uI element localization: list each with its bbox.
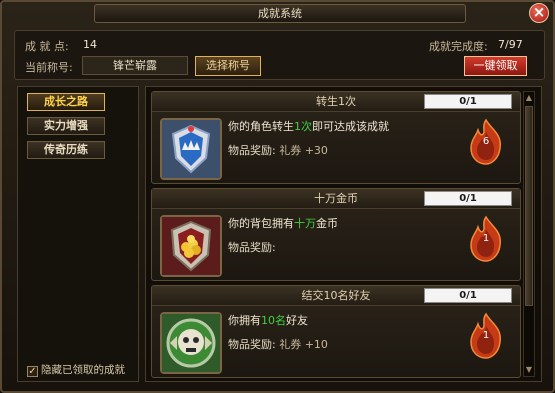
achievement-card: 十万金币 0/1 你的背包拥有十万金币 物品奖励: 1 bbox=[151, 188, 521, 281]
flame-points-value: 1 bbox=[482, 233, 490, 244]
crown-shield-badge-icon bbox=[160, 118, 222, 180]
current-title-label: 当前称号: bbox=[25, 61, 73, 74]
category-sidebar: 成长之路 实力增强 传奇历练 ✓ 隐藏已领取的成就 bbox=[17, 86, 139, 382]
reward-line: 物品奖励: 礼券 +30 bbox=[228, 144, 328, 157]
achievement-description: 你拥有10名好友 bbox=[228, 314, 308, 327]
points-value: 14 bbox=[83, 38, 97, 51]
flame-points-icon: 6 bbox=[466, 118, 506, 166]
gold-coins-badge-icon bbox=[160, 215, 222, 277]
sidebar-item-strength[interactable]: 实力增强 bbox=[27, 117, 105, 135]
achievement-card: 转生1次 0/1 你的角色转生1次即可达成该成就 物品奖励: 礼券 +30 6 bbox=[151, 91, 521, 184]
hide-claimed-label: 隐藏已领取的成就 bbox=[41, 364, 125, 376]
flame-points-value: 1 bbox=[482, 330, 490, 341]
achievement-progress: 0/1 bbox=[424, 191, 512, 206]
hide-claimed-checkbox[interactable]: ✓ 隐藏已领取的成就 bbox=[27, 362, 125, 377]
choose-title-button[interactable]: 选择称号 bbox=[195, 56, 261, 76]
achievement-description: 你的背包拥有十万金币 bbox=[228, 217, 338, 230]
flame-points-value: 6 bbox=[482, 136, 490, 147]
reward-line: 物品奖励: bbox=[228, 241, 276, 254]
achievement-description: 你的角色转生1次即可达成该成就 bbox=[228, 120, 389, 133]
scrollbar-thumb[interactable] bbox=[525, 106, 533, 306]
sidebar-item-growth[interactable]: 成长之路 bbox=[27, 93, 105, 111]
flame-points-icon: 1 bbox=[466, 312, 506, 360]
close-icon[interactable]: × bbox=[529, 3, 549, 23]
scroll-down-icon[interactable]: ▼ bbox=[524, 364, 534, 376]
achievement-progress: 0/1 bbox=[424, 288, 512, 303]
checkbox-checked-icon[interactable]: ✓ bbox=[27, 366, 38, 377]
reward-line: 物品奖励: 礼券 +10 bbox=[228, 338, 328, 351]
achievement-progress: 0/1 bbox=[424, 94, 512, 109]
sidebar-item-legend[interactable]: 传奇历练 bbox=[27, 141, 105, 159]
achievement-list: 转生1次 0/1 你的角色转生1次即可达成该成就 物品奖励: 礼券 +30 6 … bbox=[145, 86, 542, 382]
achievement-window: 成就系统 × 成 就 点: 14 成就完成度: 7/97 当前称号: 锋芒崭露 … bbox=[0, 0, 555, 393]
achievement-card: 结交10名好友 0/1 你拥有10名好友 物品奖励: 礼券 +10 1 bbox=[151, 285, 521, 378]
scroll-up-icon[interactable]: ▲ bbox=[524, 92, 534, 104]
points-label: 成 就 点: bbox=[25, 40, 69, 53]
flame-points-icon: 1 bbox=[466, 215, 506, 263]
current-title-field: 锋芒崭露 bbox=[82, 56, 188, 75]
friends-skull-badge-icon bbox=[160, 312, 222, 374]
completion-label: 成就完成度: bbox=[429, 40, 488, 53]
window-title: 成就系统 bbox=[94, 4, 466, 23]
summary-bar: 成 就 点: 14 成就完成度: 7/97 当前称号: 锋芒崭露 选择称号 一键… bbox=[14, 30, 545, 80]
claim-all-button[interactable]: 一键领取 bbox=[464, 56, 527, 76]
completion-value: 7/97 bbox=[498, 38, 523, 51]
list-scrollbar[interactable]: ▲ ▼ bbox=[523, 91, 535, 377]
